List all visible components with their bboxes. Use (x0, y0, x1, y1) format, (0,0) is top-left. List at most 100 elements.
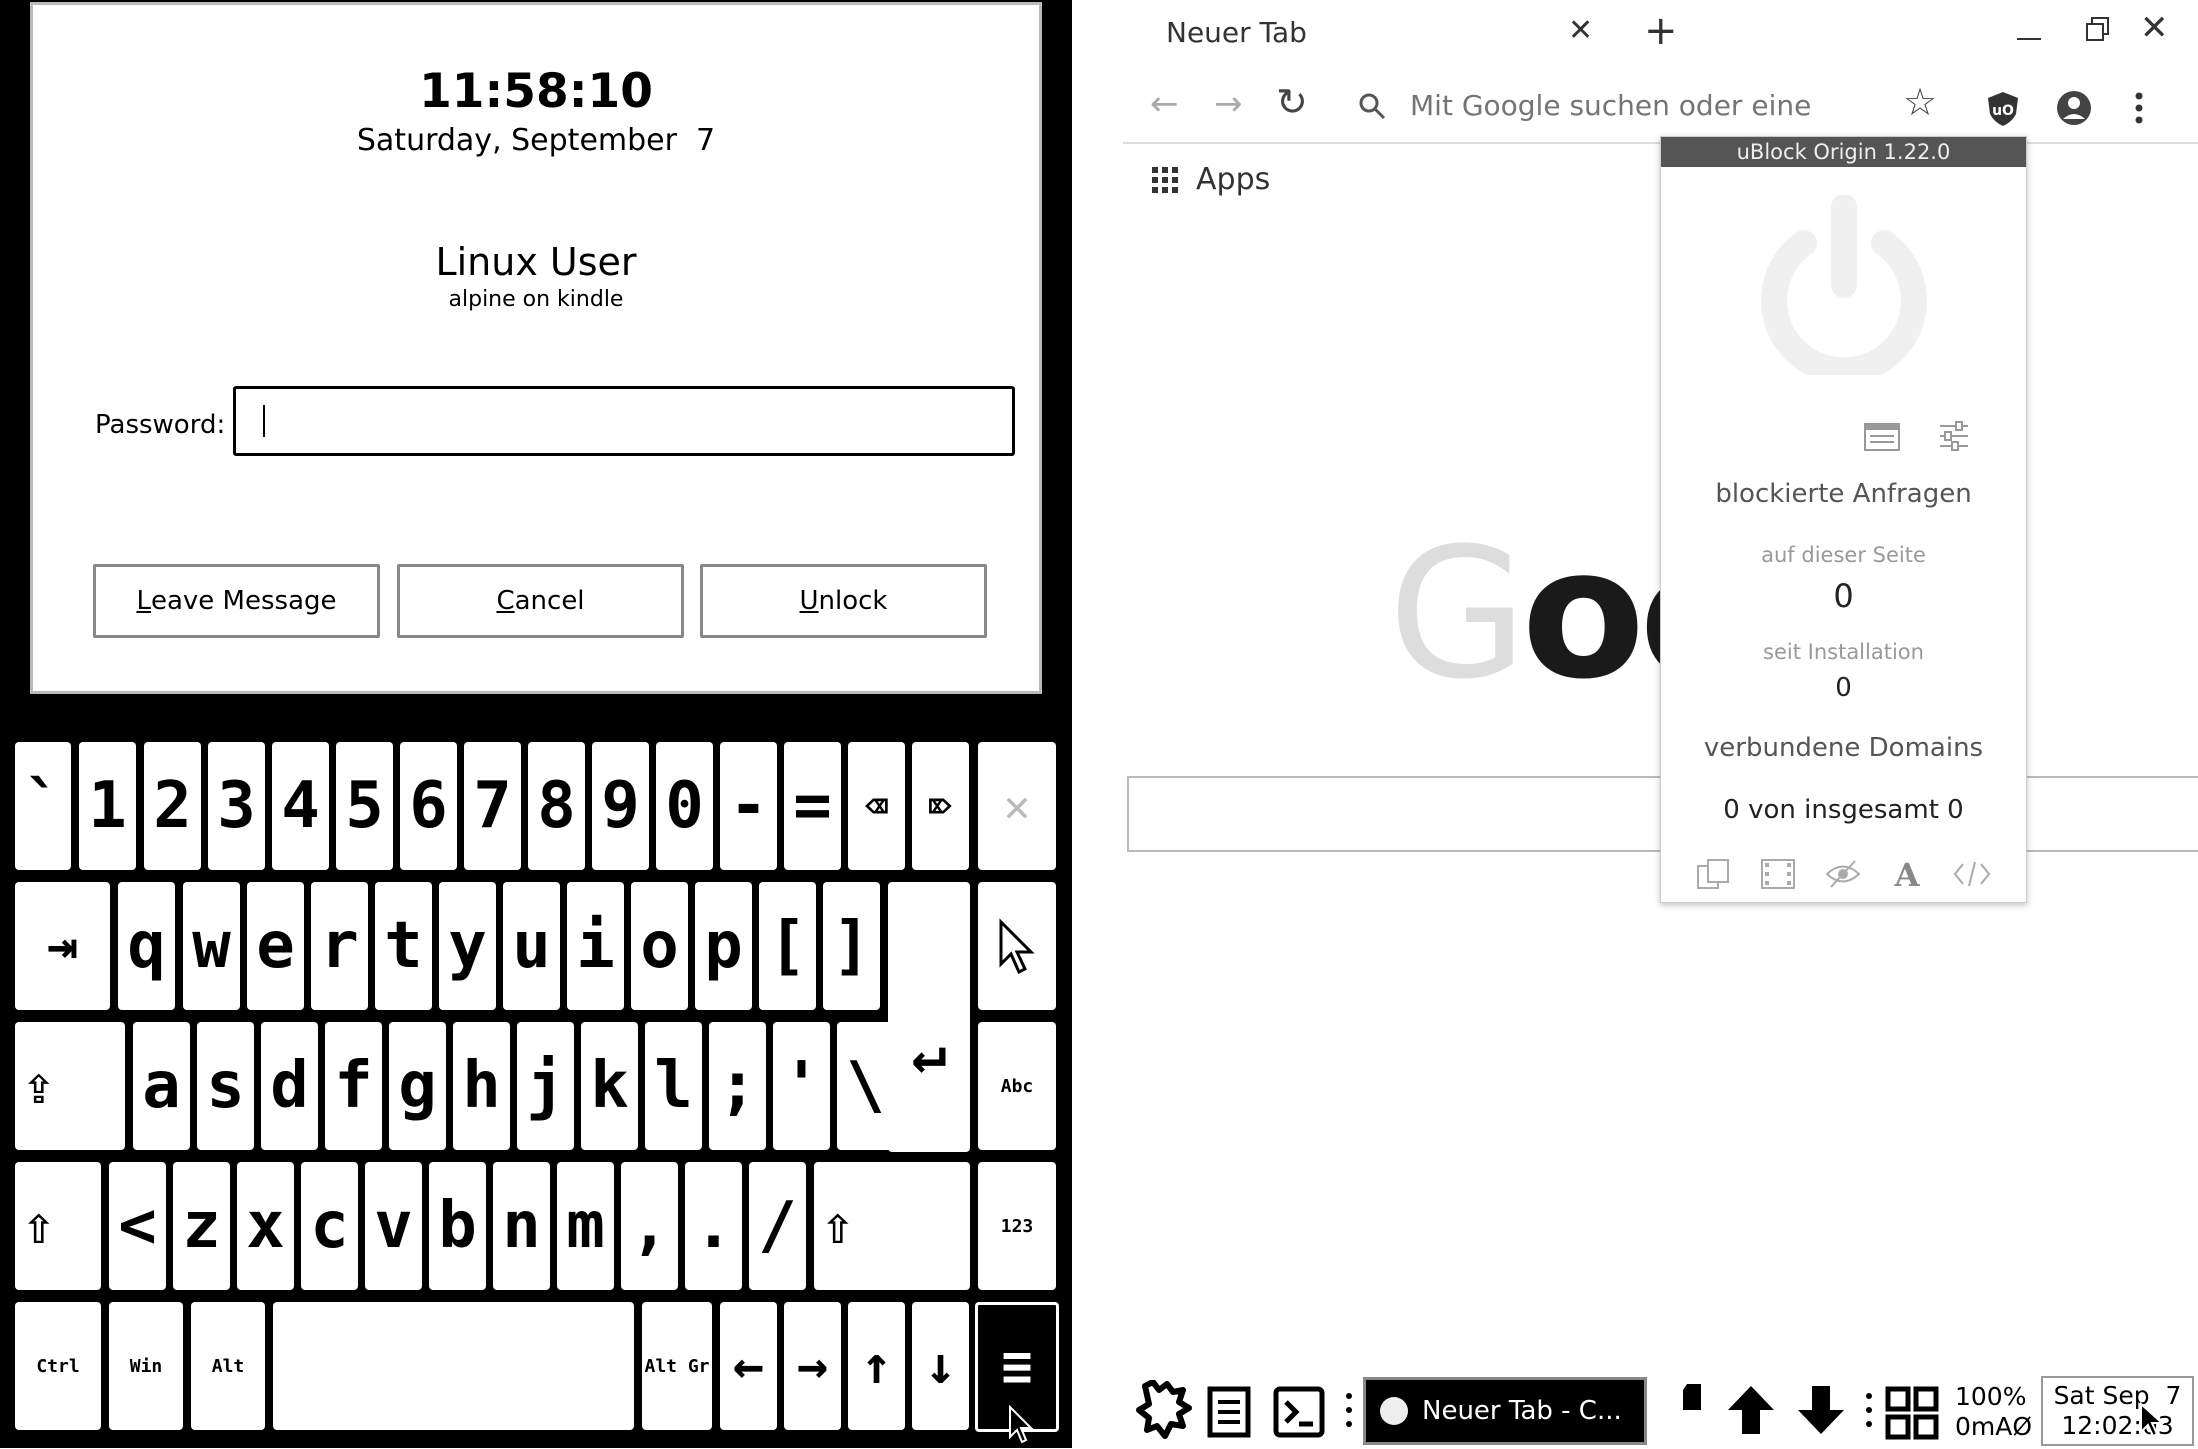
ublock-shield-icon[interactable]: uO (1986, 90, 2020, 132)
key[interactable]: k (581, 1022, 638, 1150)
key[interactable]: q (118, 882, 175, 1010)
shift-left-key[interactable]: ⇧ (15, 1162, 101, 1290)
tray-clock[interactable]: Sat Sep 7 12:02:03 (2041, 1376, 2194, 1446)
key[interactable]: l (645, 1022, 702, 1150)
key[interactable]: 6 (400, 742, 457, 870)
file-manager-icon[interactable] (1207, 1386, 1251, 1442)
delete-key[interactable]: ⌦ (912, 742, 969, 870)
password-field[interactable] (233, 386, 1015, 456)
key[interactable]: . (685, 1162, 742, 1290)
key[interactable]: p (695, 882, 752, 1010)
key[interactable]: 0 (656, 742, 713, 870)
shift-right-key[interactable]: ⇧ (814, 1162, 970, 1290)
up-arrow-icon[interactable] (1726, 1384, 1776, 1440)
apps-bookmark[interactable]: Apps (1150, 162, 1270, 197)
plus-icon[interactable]: + (1644, 8, 1678, 54)
key[interactable]: ] (823, 882, 880, 1010)
media-block-icon[interactable] (1760, 858, 1796, 890)
altgr-key[interactable]: Alt Gr (642, 1302, 712, 1430)
key[interactable]: < (109, 1162, 166, 1290)
key[interactable]: h (453, 1022, 510, 1150)
sd-card-icon[interactable] (1681, 1382, 1703, 1416)
key[interactable]: 4 (272, 742, 329, 870)
key[interactable]: 3 (208, 742, 265, 870)
key[interactable]: ; (709, 1022, 766, 1150)
key[interactable]: , (621, 1162, 678, 1290)
key[interactable]: b (429, 1162, 486, 1290)
cancel-button[interactable]: Cancel (397, 564, 684, 638)
dashboard-icon[interactable] (1938, 421, 1970, 455)
tab-key[interactable]: ⇥ (15, 882, 110, 1010)
alt-key[interactable]: Alt (191, 1302, 265, 1430)
space-key[interactable] (273, 1302, 634, 1430)
caps-lock-key[interactable]: ⇪ (15, 1022, 125, 1150)
key[interactable]: \ (837, 1022, 894, 1150)
font-block-icon[interactable]: A (1891, 858, 1923, 890)
logger-icon[interactable] (1864, 423, 1900, 455)
key[interactable]: 2 (144, 742, 201, 870)
numeric-layout-key[interactable]: 123 (978, 1162, 1056, 1290)
omnibox-input[interactable] (1408, 84, 1818, 126)
pointer-mode-key[interactable] (978, 882, 1056, 1010)
arrow-down-key[interactable]: ↓ (912, 1302, 969, 1430)
window-close-icon[interactable]: ✕ (2140, 8, 2169, 48)
backspace-key[interactable]: ⌫ (848, 742, 905, 870)
key[interactable]: j (517, 1022, 574, 1150)
enter-key[interactable]: ↵ (888, 882, 970, 1152)
key[interactable]: m (557, 1162, 614, 1290)
cosmetic-filter-icon[interactable] (1825, 859, 1861, 889)
close-icon[interactable]: ✕ (1568, 13, 1593, 48)
down-arrow-icon[interactable] (1796, 1384, 1846, 1440)
maximize-icon[interactable] (2085, 16, 2115, 46)
key[interactable]: d (261, 1022, 318, 1150)
forward-arrow-icon[interactable]: → (1214, 84, 1243, 124)
reload-icon[interactable]: ↻ (1276, 80, 1308, 124)
key[interactable]: = (784, 742, 841, 870)
menu-launcher-icon[interactable] (1135, 1379, 1193, 1444)
popup-block-icon[interactable] (1696, 858, 1730, 890)
key[interactable]: i (567, 882, 624, 1010)
key[interactable]: r (311, 882, 368, 1010)
key[interactable]: ' (773, 1022, 830, 1150)
key[interactable]: z (173, 1162, 230, 1290)
key[interactable]: 1 (79, 742, 136, 870)
power-icon[interactable] (1758, 194, 1930, 384)
grid-layout-icon[interactable] (1885, 1386, 1939, 1444)
key[interactable]: n (493, 1162, 550, 1290)
omnibox[interactable] (1356, 84, 1836, 126)
close-keyboard-key[interactable]: ✕ (978, 742, 1056, 870)
key[interactable]: w (183, 882, 240, 1010)
win-key[interactable]: Win (109, 1302, 183, 1430)
key[interactable]: f (325, 1022, 382, 1150)
account-icon[interactable] (2055, 89, 2093, 131)
script-block-icon[interactable] (1953, 860, 1991, 888)
more-vert-icon[interactable] (2134, 90, 2144, 130)
key[interactable]: 9 (592, 742, 649, 870)
tab-title[interactable]: Neuer Tab (1166, 16, 1307, 49)
key[interactable]: s (197, 1022, 254, 1150)
key[interactable]: o (631, 882, 688, 1010)
key[interactable]: 8 (528, 742, 585, 870)
key[interactable]: a (133, 1022, 190, 1150)
key[interactable]: v (365, 1162, 422, 1290)
key[interactable]: 7 (464, 742, 521, 870)
abc-layout-key[interactable]: Abc (978, 1022, 1056, 1150)
key[interactable]: y (439, 882, 496, 1010)
key[interactable]: ` (15, 742, 71, 870)
key[interactable]: - (720, 742, 777, 870)
terminal-icon[interactable] (1273, 1386, 1325, 1442)
key[interactable]: / (749, 1162, 806, 1290)
key[interactable]: e (247, 882, 304, 1010)
key[interactable]: t (375, 882, 432, 1010)
back-arrow-icon[interactable]: ← (1150, 84, 1179, 124)
key[interactable]: x (237, 1162, 294, 1290)
key[interactable]: c (301, 1162, 358, 1290)
unlock-button[interactable]: Unlock (700, 564, 987, 638)
ctrl-key[interactable]: Ctrl (15, 1302, 101, 1430)
arrow-up-key[interactable]: ↑ (848, 1302, 905, 1430)
arrow-left-key[interactable]: ← (720, 1302, 777, 1430)
star-icon[interactable]: ☆ (1903, 80, 1937, 124)
minimize-icon[interactable] (2015, 16, 2045, 46)
key[interactable]: g (389, 1022, 446, 1150)
leave-message-button[interactable]: Leave Message (93, 564, 380, 638)
